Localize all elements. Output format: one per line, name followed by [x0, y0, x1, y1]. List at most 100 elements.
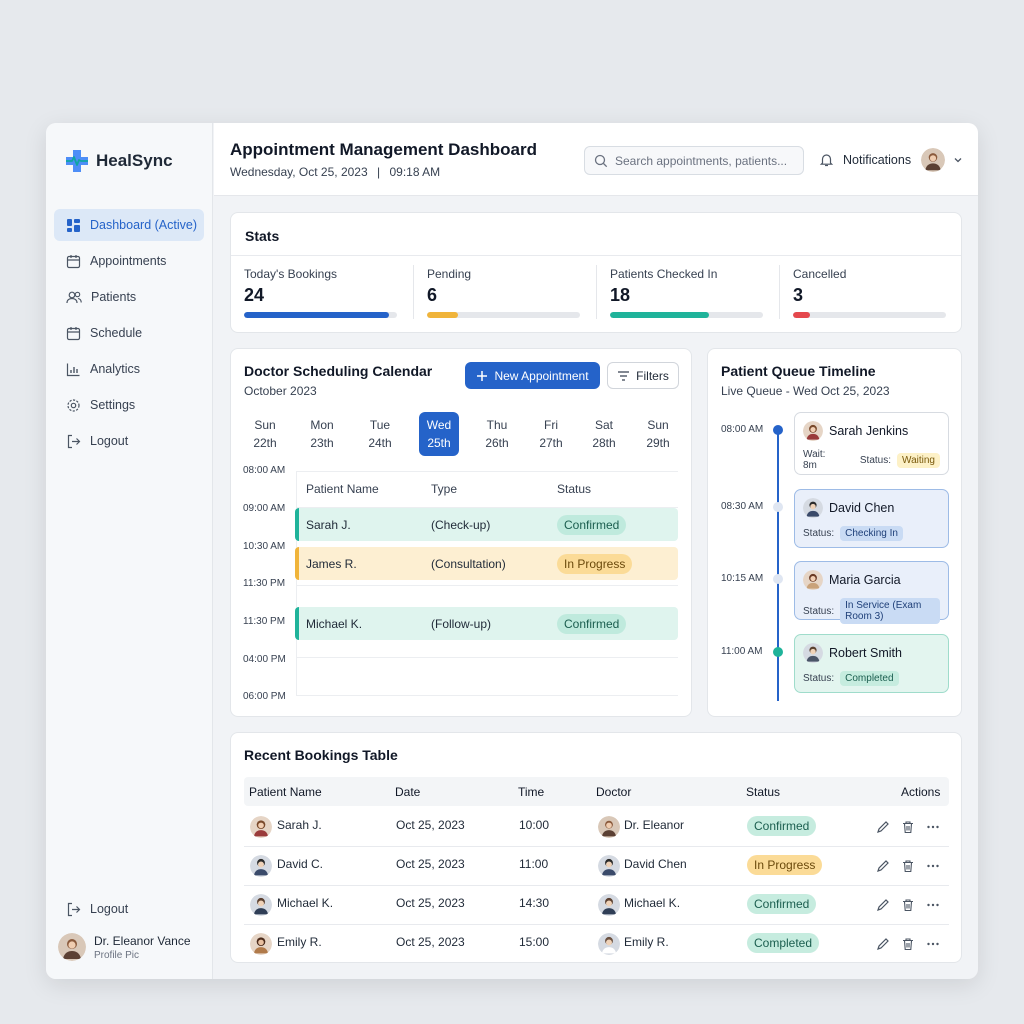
appointment-patient: Sarah J.	[306, 517, 351, 532]
calendar-month: October 2023	[244, 384, 317, 398]
stat-value: 3	[793, 285, 804, 305]
status-badge: Confirmed	[747, 894, 817, 914]
sidebar-item-schedule[interactable]: Schedule	[54, 317, 204, 349]
queue-subtitle: Live Queue - Wed Oct 25, 2023	[721, 384, 890, 398]
column-header-status: Status	[557, 482, 592, 496]
notifications-button[interactable]: Notifications	[819, 152, 911, 167]
queue-title: Patient Queue Timeline	[721, 363, 876, 379]
sidebar-item-appointments[interactable]: Appointments	[54, 245, 204, 277]
appointment-block[interactable]: Michael K. (Follow-up) Confirmed	[295, 607, 678, 640]
sidebar-item-label: Analytics	[90, 362, 141, 376]
sidebar-item-label: Settings	[90, 398, 136, 412]
avatar	[250, 894, 272, 916]
new-appointment-button[interactable]: New Appointment	[465, 362, 600, 389]
stats-card: Stats Today's Bookings 24 Pending 6 Pati…	[230, 212, 962, 333]
queue-entry[interactable]: Sarah Jenkins Wait: 8m Status: Waiting	[794, 412, 949, 475]
more-icon[interactable]	[926, 820, 940, 834]
appointment-accent	[295, 547, 299, 580]
sidebar-logout-button[interactable]: Logout	[54, 893, 204, 925]
edit-icon[interactable]	[876, 937, 890, 951]
cell-date: Oct 25, 2023	[396, 818, 465, 832]
cell-patient: Sarah J.	[277, 818, 322, 832]
trash-icon[interactable]	[901, 898, 915, 912]
day-sat-28[interactable]: Sat 28th	[584, 412, 624, 456]
more-icon[interactable]	[926, 937, 940, 951]
day-fri-27[interactable]: Fri 27th	[531, 412, 571, 456]
edit-icon[interactable]	[876, 820, 890, 834]
grid-line	[296, 471, 297, 696]
grid-line	[296, 585, 678, 586]
edit-icon[interactable]	[876, 898, 890, 912]
gear-icon	[67, 398, 80, 412]
more-icon[interactable]	[926, 859, 940, 873]
day-mon-23[interactable]: Mon 23th	[302, 412, 342, 456]
cell-doctor: Emily R.	[624, 935, 669, 949]
recent-bookings-card: Recent Bookings Table Patient Name Date …	[230, 732, 962, 963]
table-row[interactable]: Michael K. Oct 25, 2023 14:30 Michael K.…	[244, 886, 949, 925]
cell-time: 14:30	[519, 896, 550, 910]
avatar	[250, 933, 272, 955]
datetime-separator: |	[377, 165, 381, 179]
time-label: 09:00 AM	[243, 503, 286, 514]
table-row[interactable]: Emily R. Oct 25, 2023 15:00 Emily R. Com…	[244, 925, 949, 964]
more-icon[interactable]	[926, 898, 940, 912]
day-wed-25[interactable]: Wed 25th	[419, 412, 459, 456]
queue-entry[interactable]: David Chen Status: Checking In	[794, 489, 949, 548]
trash-icon[interactable]	[901, 937, 915, 951]
column-header-status[interactable]: Status	[746, 785, 780, 799]
avatar	[250, 855, 272, 877]
sidebar-item-analytics[interactable]: Analytics	[54, 353, 204, 385]
cell-date: Oct 25, 2023	[396, 935, 465, 949]
bookings-title: Recent Bookings Table	[244, 747, 398, 763]
time-label: 10:30 AM	[243, 541, 286, 552]
sidebar-footer: Logout Dr. Eleanor Vance Profile Pic	[54, 893, 204, 961]
column-header-actions: Actions	[901, 785, 941, 799]
column-header-date[interactable]: Date	[395, 785, 420, 799]
status-badge: In Progress	[747, 855, 823, 875]
search-box[interactable]	[584, 146, 804, 175]
filters-button[interactable]: Filters	[607, 362, 679, 389]
sidebar-item-patients[interactable]: Patients	[54, 281, 204, 313]
queue-time: 10:15 AM	[721, 573, 764, 584]
grid-line	[296, 695, 678, 696]
column-header-patient[interactable]: Patient Name	[249, 785, 322, 799]
queue-entry[interactable]: Maria Garcia Status: In Service (Exam Ro…	[794, 561, 949, 624]
sidebar-logout-label: Logout	[90, 902, 129, 916]
stat-progress-bar	[610, 312, 763, 318]
table-row[interactable]: David C. Oct 25, 2023 11:00 David Chen I…	[244, 847, 949, 886]
edit-icon[interactable]	[876, 859, 890, 873]
avatar	[803, 570, 823, 590]
day-sun-29[interactable]: Sun 29th	[638, 412, 678, 456]
user-profile[interactable]: Dr. Eleanor Vance Profile Pic	[54, 933, 204, 961]
day-thu-26[interactable]: Thu 26th	[477, 412, 517, 456]
table-row[interactable]: Sarah J. Oct 25, 2023 10:00 Dr. Eleanor …	[244, 808, 949, 847]
day-date: 22th	[253, 436, 277, 450]
day-sun-22[interactable]: Sun 22th	[245, 412, 285, 456]
current-date: Wednesday, Oct 25, 2023	[230, 165, 368, 179]
day-tue-24[interactable]: Tue 24th	[360, 412, 400, 456]
user-menu[interactable]	[921, 148, 963, 172]
sidebar-item-logout[interactable]: Logout	[54, 425, 204, 457]
app-logo[interactable]: HealSync	[64, 148, 173, 174]
sidebar-item-dashboard[interactable]: Dashboard (Active)	[54, 209, 204, 241]
column-header-time[interactable]: Time	[518, 785, 544, 799]
new-appointment-label: New Appointment	[494, 368, 589, 383]
appointment-block[interactable]: Sarah J. (Check-up) Confirmed	[295, 508, 678, 541]
column-header-doctor[interactable]: Doctor	[596, 785, 631, 799]
status-badge: Completed	[747, 933, 820, 953]
time-label: 11:30 PM	[243, 616, 286, 627]
appointment-block[interactable]: James R. (Consultation) In Progress	[295, 547, 678, 580]
trash-icon[interactable]	[901, 820, 915, 834]
page-header: Appointment Management Dashboard Wednesd…	[214, 123, 978, 196]
day-name: Thu	[486, 418, 508, 432]
appointment-accent	[295, 508, 299, 541]
trash-icon[interactable]	[901, 859, 915, 873]
queue-entry[interactable]: Robert Smith Status: Completed	[794, 634, 949, 693]
status-badge: Checking In	[840, 526, 903, 541]
notifications-label: Notifications	[843, 152, 912, 167]
sidebar-item-settings[interactable]: Settings	[54, 389, 204, 421]
plus-icon	[477, 370, 488, 381]
stat-label: Today's Bookings	[244, 267, 338, 281]
search-input[interactable]	[615, 153, 795, 168]
stat-progress-fill	[793, 312, 810, 318]
